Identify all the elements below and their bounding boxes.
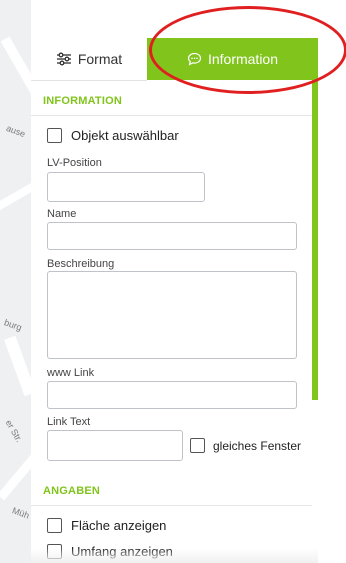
checkbox[interactable]	[47, 128, 62, 143]
name-label: Name	[47, 208, 77, 220]
map-label: burg	[2, 317, 24, 333]
map-label: er Str.	[3, 418, 25, 444]
divider	[31, 505, 312, 506]
description-label: Beschreibung	[47, 258, 115, 270]
section-title-details: ANGABEN	[43, 485, 101, 497]
highlight-circle-annotation	[149, 6, 346, 94]
sliders-icon	[56, 52, 72, 66]
tab-format-label: Format	[77, 51, 123, 67]
map-label: ause	[4, 122, 27, 140]
lv-position-input[interactable]	[47, 172, 205, 202]
name-input[interactable]	[47, 222, 297, 250]
tab-format[interactable]: Format	[31, 38, 147, 81]
link-text-input[interactable]	[47, 430, 183, 461]
show-area-label: Fläche anzeigen	[71, 518, 167, 533]
map-label: Müh	[10, 505, 31, 521]
www-link-label: www Link	[47, 367, 95, 379]
select-object-checkbox[interactable]: Objekt auswählbar	[47, 128, 179, 143]
section-title-information: INFORMATION	[43, 95, 122, 107]
same-window-label: gleiches Fenster	[213, 438, 302, 453]
show-area-checkbox[interactable]: Fläche anzeigen	[47, 518, 166, 533]
scrollbar[interactable]	[312, 80, 318, 400]
divider	[31, 115, 312, 116]
lv-position-label: LV-Position	[47, 157, 102, 169]
www-link-input[interactable]	[47, 381, 297, 409]
description-textarea[interactable]	[47, 271, 297, 359]
checkbox[interactable]	[47, 518, 62, 533]
link-text-label: Link Text	[47, 416, 91, 428]
select-object-label: Objekt auswählbar	[71, 128, 179, 143]
bottom-fade	[31, 548, 318, 563]
checkbox[interactable]	[190, 438, 205, 453]
same-window-checkbox[interactable]: gleiches Fenster	[190, 438, 301, 453]
